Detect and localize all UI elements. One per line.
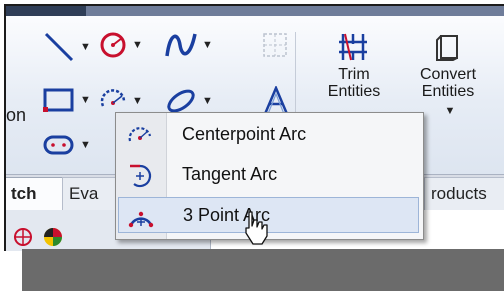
title-bar bbox=[6, 6, 504, 16]
centerpoint-arc-icon bbox=[128, 127, 152, 142]
3-point-arc-icon bbox=[128, 211, 154, 228]
tab-sketch[interactable]: tch bbox=[6, 177, 64, 210]
chevron-down-icon[interactable]: ▼ bbox=[132, 39, 143, 51]
appearance-icon[interactable] bbox=[42, 226, 64, 248]
chevron-down-icon[interactable]: ▼ bbox=[132, 95, 143, 107]
chevron-down-icon[interactable]: ▼ bbox=[80, 41, 91, 53]
window-shadow bbox=[22, 249, 504, 291]
trim-icon bbox=[339, 33, 367, 61]
tangent-arc-icon bbox=[130, 164, 152, 188]
circle-icon bbox=[100, 32, 126, 58]
tab-sketch-label: tch bbox=[11, 184, 37, 203]
chevron-down-icon[interactable]: ▼ bbox=[80, 139, 91, 151]
chevron-down-icon[interactable]: ▼ bbox=[202, 95, 213, 107]
line-icon bbox=[44, 32, 74, 62]
chevron-down-icon[interactable]: ▼ bbox=[202, 39, 213, 51]
arc-flyout-menu: Centerpoint Arc Tangent Arc 3 Point Arc bbox=[115, 112, 424, 240]
slot-tool[interactable]: ▼ bbox=[42, 132, 91, 158]
chevron-down-icon[interactable]: ▼ bbox=[80, 94, 91, 106]
dimxpert-icon[interactable] bbox=[12, 226, 34, 248]
menu-item-tangent-arc[interactable]: Tangent Arc bbox=[118, 157, 419, 193]
trim-entities-label: Trim Entities bbox=[327, 66, 381, 100]
menu-item-label: Tangent Arc bbox=[182, 164, 278, 184]
tab-products[interactable]: roducts bbox=[424, 177, 504, 210]
trim-entities-button[interactable]: Trim Entities bbox=[324, 30, 384, 100]
rectangle-icon bbox=[43, 88, 74, 112]
convert-entities-icon bbox=[436, 35, 458, 61]
hand-cursor-icon bbox=[245, 211, 268, 245]
spline-tool[interactable]: ▼ bbox=[164, 30, 213, 60]
menu-item-centerpoint-arc[interactable]: Centerpoint Arc bbox=[118, 117, 419, 153]
spline-icon bbox=[165, 33, 197, 57]
slot-icon bbox=[43, 135, 74, 155]
convert-entities-button[interactable]: Convert Entities ▼ bbox=[408, 30, 488, 117]
tab-evaluate-label: Eva bbox=[69, 184, 99, 203]
rectangle-tool[interactable]: ▼ bbox=[42, 86, 91, 114]
grid-icon bbox=[263, 33, 287, 57]
convert-entities-label: Convert Entities bbox=[419, 66, 477, 100]
tab-products-label: roducts bbox=[431, 184, 487, 203]
circle-tool[interactable]: ▼ bbox=[98, 30, 143, 60]
grid-tool[interactable] bbox=[262, 32, 288, 58]
group-label: on bbox=[6, 105, 27, 125]
menu-item-label: Centerpoint Arc bbox=[182, 124, 307, 144]
line-tool[interactable]: ▼ bbox=[42, 30, 91, 64]
